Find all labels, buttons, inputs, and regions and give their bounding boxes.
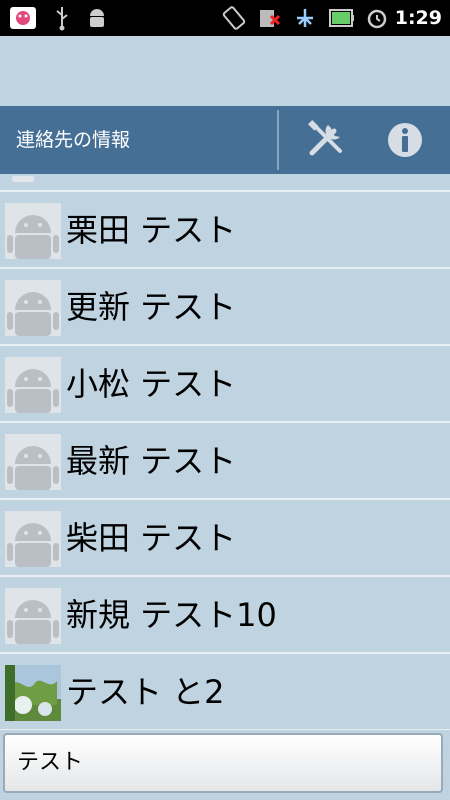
app-notification-icon — [6, 0, 40, 36]
search-input-value: テスト — [17, 750, 84, 775]
list-item[interactable]: 新規 テスト10 — [0, 577, 450, 654]
list-item[interactable]: 柴田 テスト — [0, 500, 450, 577]
partially-hidden-row — [0, 174, 450, 192]
contact-name: 柴田 テスト — [66, 519, 237, 557]
page-title: 連絡先の情報 — [16, 129, 131, 151]
photo-avatar-icon — [5, 665, 61, 721]
clock: 1:29 — [394, 7, 442, 29]
info-icon — [388, 123, 422, 157]
android-default-avatar-icon — [5, 588, 61, 644]
usb-icon — [52, 0, 72, 36]
android-default-avatar-icon — [5, 280, 61, 336]
signal-icon — [292, 0, 318, 36]
tools-button[interactable] — [282, 106, 368, 174]
list-item[interactable]: 最新 テスト — [0, 423, 450, 500]
tools-icon — [308, 120, 342, 156]
status-bar: 1:29 — [0, 0, 450, 36]
android-default-avatar-icon — [5, 511, 61, 567]
contact-list[interactable]: 栗田 テスト 更新 テスト 小松 テスト 最新 テスト 柴田 テスト 新規 テス… — [0, 174, 450, 730]
android-default-avatar-icon — [5, 357, 61, 413]
contact-name: 更新 テスト — [66, 288, 237, 326]
no-sim-icon — [256, 0, 282, 36]
info-button[interactable] — [362, 106, 448, 174]
search-input[interactable]: テスト — [3, 733, 443, 793]
android-default-avatar-icon — [5, 434, 61, 490]
list-item[interactable]: 栗田 テスト — [0, 192, 450, 269]
list-item[interactable]: 更新 テスト — [0, 269, 450, 346]
battery-icon — [328, 0, 356, 36]
toolbar-separator — [277, 110, 279, 170]
android-default-avatar-icon — [5, 203, 61, 259]
toolbar: 連絡先の情報 — [0, 106, 450, 174]
contact-name: 新規 テスト10 — [66, 596, 277, 634]
list-item[interactable]: テスト と2 — [0, 654, 450, 730]
list-item[interactable]: 小松 テスト — [0, 346, 450, 423]
blank-area — [0, 36, 450, 106]
contact-name: テスト と2 — [66, 673, 225, 711]
contact-name: 最新 テスト — [66, 442, 237, 480]
contact-name: 小松 テスト — [66, 365, 237, 403]
alarm-icon — [364, 0, 390, 36]
contact-name: 栗田 テスト — [66, 211, 237, 249]
rotate-icon — [220, 0, 248, 36]
android-debug-icon — [84, 0, 110, 36]
